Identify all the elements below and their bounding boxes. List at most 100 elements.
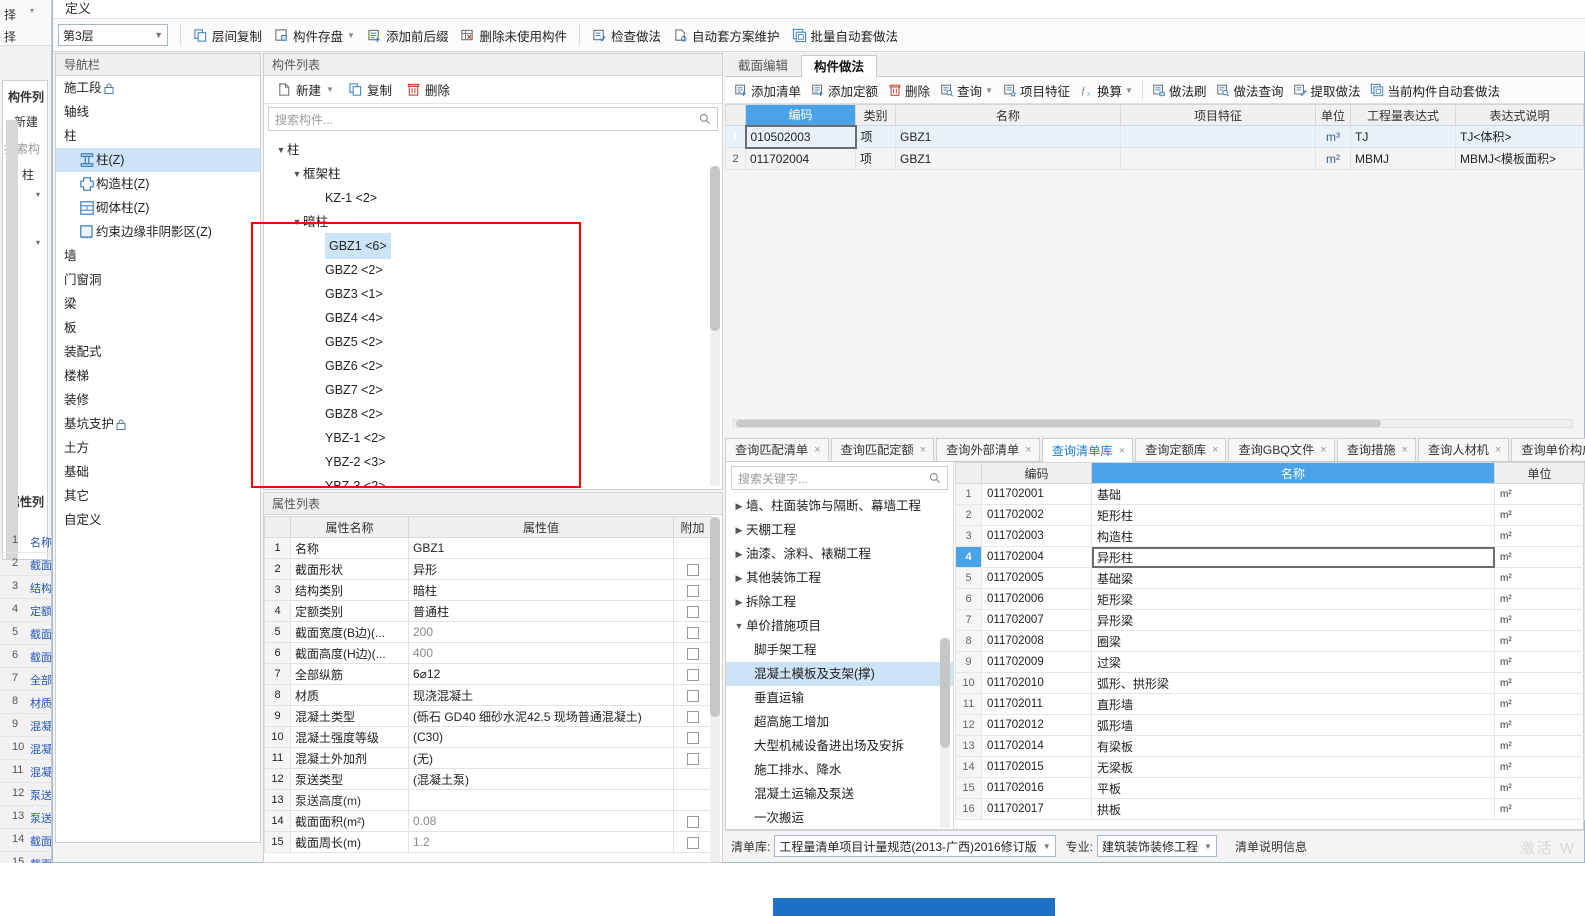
sidebar-item-17[interactable]: 其它 [56, 484, 260, 508]
query-code-cell[interactable]: 011702003 [981, 525, 1092, 547]
table-row[interactable]: 9 011702009 过梁 m² [955, 651, 1585, 673]
query-code-cell[interactable]: 011702015 [981, 756, 1092, 778]
property-name-cell[interactable]: 截面面积(m²) [290, 810, 409, 832]
property-attach-cell[interactable] [673, 600, 712, 622]
method-toolbar-button-3[interactable]: 查询 ▼ [935, 78, 998, 102]
table-row[interactable]: 12 011702012 弧形墙 m² [955, 714, 1585, 736]
method-col-header-0[interactable] [725, 104, 746, 126]
method-toolbar-button-9[interactable]: 当前构件自动套做法 [1365, 78, 1505, 102]
query-tree-node-13[interactable]: 一次搬运 [726, 806, 953, 830]
component-tree-scrollbar[interactable] [710, 166, 720, 486]
property-value-cell[interactable]: (砾石 GD40 细砂水泥42.5 现场普通混凝土) [408, 705, 674, 727]
query-col-header-3[interactable]: 单位 [1494, 462, 1585, 484]
component-tree-node-10[interactable]: GBZ7 <2> [265, 378, 713, 402]
property-attach-cell[interactable] [673, 663, 712, 685]
property-value-cell[interactable]: 异形 [408, 558, 674, 580]
query-name-cell[interactable]: 过梁 [1091, 651, 1495, 673]
query-tab-1[interactable]: 查询匹配定额 × [830, 438, 935, 461]
toolbar-button-4[interactable]: 检查做法 [586, 22, 667, 48]
sidebar-item-18[interactable]: 自定义 [56, 508, 260, 532]
library-select[interactable]: 工程量清单项目计量规范(2013-广西)2016修订版 ▼ [774, 835, 1056, 857]
checkbox[interactable] [686, 605, 699, 618]
property-value-cell[interactable]: (C30) [408, 726, 674, 748]
property-attach-cell[interactable] [673, 537, 712, 559]
chevron-down-icon[interactable]: ▼ [1125, 86, 1133, 95]
method-toolbar-button-4[interactable]: 项目特征 [998, 78, 1075, 102]
table-row[interactable]: 14 截面面积(m²) 0.08 [264, 810, 712, 832]
property-value-cell[interactable]: (混凝土泵) [408, 768, 674, 790]
property-attach-cell[interactable] [673, 579, 712, 601]
query-tree-scrollbar[interactable] [940, 638, 950, 828]
checkbox[interactable] [686, 668, 699, 681]
property-attach-cell[interactable] [673, 831, 712, 853]
method-col-header-3[interactable]: 名称 [895, 104, 1121, 126]
property-value-cell[interactable]: 400 [408, 642, 674, 664]
query-unit-cell[interactable]: m² [1494, 567, 1585, 589]
sidebar-item-0[interactable]: 施工段 [56, 76, 260, 100]
expression-desc-cell[interactable]: MBMJ<模板面积> [1455, 147, 1584, 170]
checkbox[interactable] [686, 626, 699, 639]
toolbar-button-5[interactable]: 自动套方案维护 [667, 22, 786, 48]
query-name-cell[interactable]: 构造柱 [1091, 525, 1495, 547]
query-code-cell[interactable]: 011702011 [981, 693, 1092, 715]
close-icon[interactable]: × [1025, 439, 1031, 462]
table-row[interactable]: 10 011702010 弧形、拱形梁 m² [955, 672, 1585, 694]
checkbox[interactable] [686, 815, 699, 828]
property-value-cell[interactable]: GBZ1 [408, 537, 674, 559]
query-code-cell[interactable]: 011702010 [981, 672, 1092, 694]
toolbar-button-1[interactable]: 构件存盘 ▼ [268, 22, 361, 48]
query-tree-nodes[interactable]: ▶ 墙、柱面装饰与隔断、幕墙工程 ▶ 天棚工程 ▶ 油漆、涂料、裱糊工程 ▶ 其他装饰工程 ▶ 拆… [726, 494, 953, 830]
chevron-right-icon[interactable]: ▶ [732, 518, 746, 542]
table-row[interactable]: 9 混凝土类型 (砾石 GD40 细砂水泥42.5 现场普通混凝土) [264, 705, 712, 727]
search-component-input[interactable]: 搜索构件... [268, 107, 718, 131]
chevron-down-icon[interactable]: ▼ [275, 138, 287, 162]
method-toolbar-button-6[interactable]: 做法刷 [1147, 78, 1212, 102]
toolbar-button-3[interactable]: 删除未使用构件 [454, 22, 573, 48]
bg-scrollbar[interactable] [6, 120, 18, 560]
table-row[interactable]: 16 011702017 拱板 m² [955, 798, 1585, 820]
property-attach-cell[interactable] [673, 747, 712, 769]
sidebar-item-11[interactable]: 装配式 [56, 340, 260, 364]
table-row[interactable]: 10 混凝土强度等级 (C30) [264, 726, 712, 748]
table-row[interactable]: 1 010502003 项 GBZ1 m³ TJ TJ<体积> [725, 124, 1584, 149]
query-unit-cell[interactable]: m² [1494, 693, 1585, 715]
table-row[interactable]: 6 011702006 矩形梁 m² [955, 588, 1585, 610]
method-toolbar-button-1[interactable]: 添加定额 [806, 78, 883, 102]
code-cell[interactable]: 010502003 [744, 124, 857, 149]
query-name-cell[interactable]: 无梁板 [1091, 756, 1495, 778]
query-name-cell[interactable]: 矩形柱 [1091, 504, 1495, 526]
chevron-right-icon[interactable]: ▶ [732, 566, 746, 590]
tab-0[interactable]: 截面编辑 [725, 54, 801, 76]
property-name-cell[interactable]: 名称 [290, 537, 409, 559]
expression-cell[interactable]: TJ [1350, 125, 1456, 148]
query-unit-cell[interactable]: m² [1494, 588, 1585, 610]
property-name-cell[interactable]: 混凝土类型 [290, 705, 409, 727]
property-attach-cell[interactable] [673, 789, 712, 811]
property-value-cell[interactable]: 6⌀12 [408, 663, 674, 685]
query-tab-2[interactable]: 查询外部清单 × [936, 438, 1040, 461]
property-attach-cell[interactable] [673, 642, 712, 664]
query-code-cell[interactable]: 011702014 [981, 735, 1092, 757]
property-attach-cell[interactable] [673, 705, 712, 727]
sidebar-item-12[interactable]: 楼梯 [56, 364, 260, 388]
checkbox[interactable] [686, 710, 699, 723]
query-tree-node-5[interactable]: ▼ 单价措施项目 [726, 614, 953, 638]
name-cell[interactable]: GBZ1 [895, 147, 1121, 170]
query-unit-cell[interactable]: m² [1494, 483, 1585, 505]
close-icon[interactable]: × [1119, 439, 1125, 463]
query-tree-node-8[interactable]: 垂直运输 [726, 686, 953, 710]
checkbox[interactable] [686, 836, 699, 849]
query-unit-cell[interactable]: m² [1494, 525, 1585, 547]
property-scrollbar[interactable] [710, 517, 720, 862]
query-unit-cell[interactable]: m² [1494, 504, 1585, 526]
method-col-header-1[interactable]: 编码 [745, 104, 856, 126]
component-tree-node-3[interactable]: ▼ 暗柱 [265, 210, 713, 234]
query-col-header-0[interactable] [955, 462, 982, 484]
property-name-cell[interactable]: 全部纵筋 [290, 663, 409, 685]
query-name-cell[interactable]: 矩形梁 [1091, 588, 1495, 610]
query-tab-5[interactable]: 查询GBQ文件 × [1228, 438, 1335, 461]
component-tree-node-2[interactable]: KZ-1 <2> [265, 186, 713, 210]
table-row[interactable]: 1 名称 GBZ1 [264, 537, 712, 559]
query-unit-cell[interactable]: m² [1494, 672, 1585, 694]
property-value-cell[interactable]: 1.2 [408, 831, 674, 853]
